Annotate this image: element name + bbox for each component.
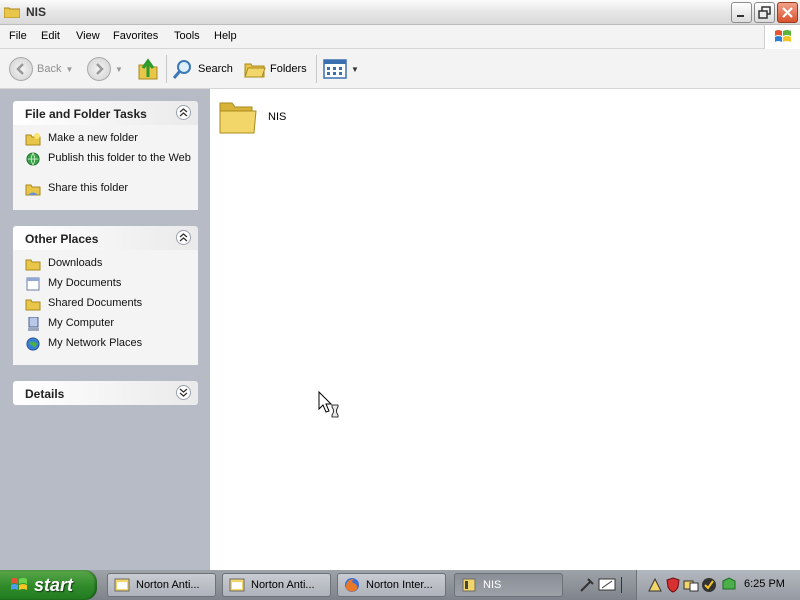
- window-title: NIS: [26, 5, 47, 19]
- views-icon: [323, 59, 347, 79]
- menu-tools[interactable]: Tools: [174, 30, 200, 42]
- other-places-panel: Other Places Downloads My Documents Shar…: [13, 226, 198, 365]
- details-header[interactable]: Details: [13, 381, 198, 405]
- tools-icon[interactable]: [578, 576, 596, 594]
- panel-title: Details: [25, 387, 65, 401]
- up-folder-button[interactable]: [136, 49, 160, 89]
- forward-arrow-icon: [87, 57, 111, 81]
- globe-icon: [26, 152, 40, 166]
- search-button[interactable]: Search: [172, 49, 233, 89]
- place-shared-documents[interactable]: Shared Documents: [13, 297, 198, 317]
- menu-favorites[interactable]: Favorites: [113, 30, 158, 42]
- collapse-icon[interactable]: [176, 105, 191, 120]
- views-button[interactable]: ▼: [323, 49, 359, 89]
- menu-help[interactable]: Help: [214, 30, 237, 42]
- windows-logo-icon: [11, 578, 27, 590]
- clock[interactable]: 6:25 PM: [744, 578, 785, 590]
- folder-name: NIS: [268, 111, 287, 123]
- documents-icon: [26, 277, 40, 291]
- chevron-down-icon: ▼: [351, 64, 359, 74]
- menu-bar: File Edit View Favorites Tools Help: [0, 25, 800, 49]
- folders-button[interactable]: Folders: [244, 49, 307, 89]
- panel-title: Other Places: [25, 232, 99, 246]
- place-my-network-places[interactable]: My Network Places: [13, 337, 198, 357]
- chevron-down-icon: ▼: [115, 64, 123, 74]
- task-publish-folder[interactable]: Publish this folder to the Web: [13, 152, 198, 182]
- folder-item-nis[interactable]: NIS: [218, 97, 286, 137]
- chevron-down-icon: ▼: [65, 64, 74, 74]
- menu-edit[interactable]: Edit: [41, 30, 60, 42]
- quicklaunch-separator: [621, 577, 622, 593]
- security-tray-icon[interactable]: [721, 577, 737, 593]
- taskbar-button-norton-internet[interactable]: Norton Inter...: [337, 573, 446, 597]
- place-downloads[interactable]: Downloads: [13, 257, 198, 277]
- taskbar-button-norton-anti-1[interactable]: Norton Anti...: [107, 573, 216, 597]
- taskbar: start Norton Anti... Norton Anti... Nort…: [0, 570, 800, 600]
- task-share-folder[interactable]: Share this folder: [13, 182, 198, 202]
- task-pane: File and Folder Tasks Make a new folder …: [0, 89, 210, 570]
- system-tray: 6:25 PM: [636, 570, 800, 600]
- back-label: Back: [37, 63, 62, 75]
- share-folder-icon: [25, 184, 41, 196]
- restore-icon: [758, 6, 771, 19]
- forward-button[interactable]: ▼: [87, 49, 123, 89]
- taskbar-button-norton-anti-2[interactable]: Norton Anti...: [222, 573, 331, 597]
- search-label: Search: [198, 63, 233, 75]
- network-tray-icon[interactable]: [683, 577, 699, 593]
- norton-icon[interactable]: [701, 577, 717, 593]
- folder-icon: [25, 259, 41, 271]
- close-icon: [782, 7, 793, 18]
- details-panel: Details: [13, 381, 198, 405]
- shield-icon[interactable]: [665, 577, 681, 593]
- restore-button[interactable]: [754, 2, 775, 23]
- computer-icon: [28, 317, 39, 331]
- folder-icon: [219, 102, 257, 134]
- shared-folder-icon: [25, 299, 41, 311]
- expand-icon[interactable]: [176, 385, 191, 400]
- busy-cursor-icon: [318, 391, 339, 418]
- start-button[interactable]: start: [0, 570, 97, 600]
- folders-label: Folders: [270, 63, 307, 75]
- title-bar[interactable]: NIS: [0, 0, 800, 25]
- network-icon: [26, 337, 40, 351]
- place-my-documents[interactable]: My Documents: [13, 277, 198, 297]
- collapse-icon[interactable]: [176, 230, 191, 245]
- show-desktop-icon[interactable]: [598, 576, 616, 594]
- menu-file[interactable]: File: [9, 30, 27, 42]
- menu-view[interactable]: View: [76, 30, 100, 42]
- back-arrow-icon: [9, 57, 33, 81]
- taskbar-button-nis[interactable]: NIS: [454, 573, 563, 597]
- other-places-header[interactable]: Other Places: [13, 226, 198, 250]
- back-button[interactable]: Back ▼: [9, 49, 73, 89]
- place-my-computer[interactable]: My Computer: [13, 317, 198, 337]
- panel-title: File and Folder Tasks: [25, 107, 147, 121]
- new-folder-icon: [25, 133, 41, 146]
- file-folder-tasks-header[interactable]: File and Folder Tasks: [13, 101, 198, 125]
- minimize-button[interactable]: [731, 2, 752, 23]
- folder-icon: [462, 578, 476, 592]
- minimize-icon: [737, 15, 744, 17]
- window-icon: [114, 578, 130, 592]
- search-icon: [172, 60, 191, 79]
- firefox-icon: [345, 578, 359, 592]
- start-label: start: [34, 574, 74, 595]
- folder-content-area[interactable]: NIS: [210, 89, 800, 570]
- task-make-new-folder[interactable]: Make a new folder: [13, 132, 198, 152]
- toolbar: Back ▼ ▼ Search Folders ▼: [0, 49, 800, 89]
- windows-logo-icon: [764, 25, 800, 49]
- file-folder-tasks-panel: File and Folder Tasks Make a new folder …: [13, 101, 198, 210]
- toolbar-separator: [166, 55, 167, 83]
- tray-app-icon[interactable]: [647, 577, 663, 593]
- toolbar-separator: [316, 55, 317, 83]
- folders-icon: [244, 63, 266, 78]
- window-icon: [229, 578, 245, 592]
- folder-icon: [4, 7, 20, 18]
- up-folder-icon: [138, 58, 158, 80]
- close-button[interactable]: [777, 2, 798, 23]
